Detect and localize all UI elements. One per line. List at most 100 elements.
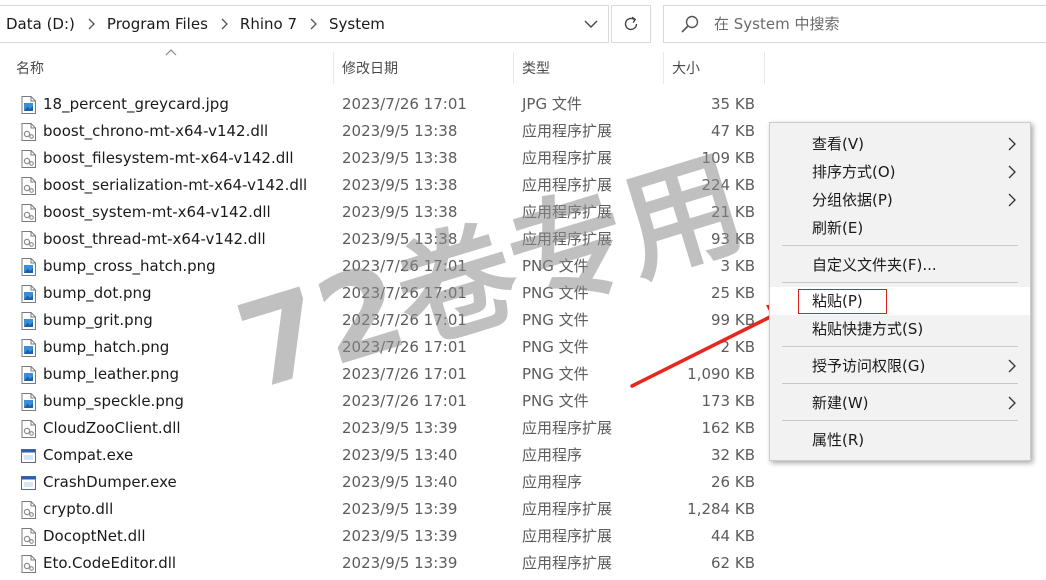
file-size: 21 KB bbox=[711, 203, 755, 221]
search-icon bbox=[681, 15, 699, 33]
file-row[interactable]: bump_grit.png 2023/7/26 17:01 PNG 文件 99 KB bbox=[0, 307, 770, 334]
image-file-icon bbox=[21, 339, 36, 357]
file-size: 109 KB bbox=[701, 149, 755, 167]
file-type: 应用程序扩展 bbox=[522, 230, 613, 248]
address-history-dropdown[interactable] bbox=[574, 6, 608, 42]
file-name: boost_serialization-mt-x64-v142.dll bbox=[43, 176, 308, 194]
menu-item-paste[interactable]: 粘贴(P) bbox=[770, 287, 1030, 315]
menu-item-sort[interactable]: 排序方式(O) bbox=[770, 158, 1030, 186]
breadcrumb-drive[interactable]: Data (D:) bbox=[6, 15, 75, 33]
file-type: 应用程序扩展 bbox=[522, 203, 613, 221]
column-header-date[interactable]: 修改日期 bbox=[334, 52, 514, 84]
file-date: 2023/9/5 13:38 bbox=[342, 149, 458, 167]
exe-file-icon bbox=[21, 449, 36, 463]
file-name: bump_grit.png bbox=[43, 311, 153, 329]
menu-item-view[interactable]: 查看(V) bbox=[770, 130, 1030, 158]
file-type: PNG 文件 bbox=[522, 257, 589, 275]
file-type: PNG 文件 bbox=[522, 338, 589, 356]
file-row[interactable]: bump_dot.png 2023/7/26 17:01 PNG 文件 25 KB bbox=[0, 280, 770, 307]
menu-item-paste-shortcut[interactable]: 粘贴快捷方式(S) bbox=[770, 315, 1030, 343]
refresh-icon bbox=[624, 16, 638, 31]
menu-separator bbox=[782, 420, 1018, 421]
file-type: 应用程序扩展 bbox=[522, 500, 613, 518]
dll-file-icon bbox=[21, 231, 36, 249]
breadcrumb-system[interactable]: System bbox=[329, 15, 385, 33]
file-date: 2023/9/5 13:39 bbox=[342, 500, 458, 518]
menu-separator bbox=[782, 383, 1018, 384]
file-row[interactable]: bump_hatch.png 2023/7/26 17:01 PNG 文件 2 KB bbox=[0, 334, 770, 361]
refresh-button[interactable] bbox=[611, 5, 651, 43]
file-name: crypto.dll bbox=[43, 500, 114, 518]
chevron-right-icon[interactable] bbox=[219, 18, 229, 30]
dll-file-icon bbox=[21, 528, 36, 546]
file-row[interactable]: DocoptNet.dll 2023/9/5 13:39 应用程序扩展 44 KB bbox=[0, 523, 770, 550]
file-name: CloudZooClient.dll bbox=[43, 419, 181, 437]
menu-item-new[interactable]: 新建(W) bbox=[770, 389, 1030, 417]
chevron-right-icon[interactable] bbox=[308, 18, 318, 30]
breadcrumb-rhino7[interactable]: Rhino 7 bbox=[240, 15, 297, 33]
menu-item-refresh[interactable]: 刷新(E) bbox=[770, 214, 1030, 242]
file-row[interactable]: boost_chrono-mt-x64-v142.dll 2023/9/5 13:… bbox=[0, 118, 770, 145]
dll-file-icon bbox=[21, 204, 36, 222]
file-size: 47 KB bbox=[711, 122, 755, 140]
chevron-right-icon[interactable] bbox=[86, 18, 96, 30]
file-date: 2023/7/26 17:01 bbox=[342, 257, 467, 275]
file-row[interactable]: crypto.dll 2023/9/5 13:39 应用程序扩展 1,284 KB bbox=[0, 496, 770, 523]
file-type: PNG 文件 bbox=[522, 392, 589, 410]
search-input[interactable] bbox=[714, 15, 1014, 33]
file-name: CrashDumper.exe bbox=[43, 473, 177, 491]
column-header-size[interactable]: 大小 bbox=[664, 52, 765, 84]
address-bar[interactable]: Data (D:) Program Files Rhino 7 System bbox=[0, 5, 609, 43]
chevron-right-icon bbox=[1008, 193, 1016, 207]
chevron-right-icon bbox=[1008, 396, 1016, 410]
file-row[interactable]: bump_cross_hatch.png 2023/7/26 17:01 PNG 文… bbox=[0, 253, 770, 280]
file-size: 99 KB bbox=[711, 311, 755, 329]
column-header-name[interactable]: 名称 bbox=[8, 52, 334, 84]
search-box[interactable] bbox=[663, 5, 1046, 43]
menu-separator bbox=[782, 282, 1018, 283]
context-menu: 查看(V) 排序方式(O) 分组依据(P) 刷新(E) 自定义文件夹(F)...… bbox=[769, 122, 1031, 461]
file-row[interactable]: Compat.exe 2023/9/5 13:40 应用程序 32 KB bbox=[0, 442, 770, 469]
file-row[interactable]: Eto.CodeEditor.dll 2023/9/5 13:39 应用程序扩展 62… bbox=[0, 550, 770, 577]
file-name: boost_thread-mt-x64-v142.dll bbox=[43, 230, 266, 248]
file-size: 3 KB bbox=[720, 257, 755, 275]
file-date: 2023/9/5 13:39 bbox=[342, 527, 458, 545]
column-header-type[interactable]: 类型 bbox=[514, 52, 664, 84]
file-name: boost_chrono-mt-x64-v142.dll bbox=[43, 122, 269, 140]
file-type: 应用程序扩展 bbox=[522, 527, 613, 545]
menu-item-properties[interactable]: 属性(R) bbox=[770, 426, 1030, 454]
menu-item-give-access[interactable]: 授予访问权限(G) bbox=[770, 352, 1030, 380]
file-type: 应用程序扩展 bbox=[522, 419, 613, 437]
dll-file-icon bbox=[21, 501, 36, 519]
file-type: JPG 文件 bbox=[522, 95, 582, 113]
file-name: boost_filesystem-mt-x64-v142.dll bbox=[43, 149, 294, 167]
breadcrumb-program-files[interactable]: Program Files bbox=[107, 15, 208, 33]
file-row[interactable]: CrashDumper.exe 2023/9/5 13:40 应用程序 26 KB bbox=[0, 469, 770, 496]
file-row[interactable]: boost_filesystem-mt-x64-v142.dll 2023/9/5… bbox=[0, 145, 770, 172]
chevron-right-icon bbox=[1008, 165, 1016, 179]
file-name: bump_cross_hatch.png bbox=[43, 257, 216, 275]
file-size: 25 KB bbox=[711, 284, 755, 302]
file-row[interactable]: boost_serialization-mt-x64-v142.dll 2023/… bbox=[0, 172, 770, 199]
file-row[interactable]: boost_thread-mt-x64-v142.dll 2023/9/5 13:… bbox=[0, 226, 770, 253]
file-row[interactable]: bump_leather.png 2023/7/26 17:01 PNG 文件 1,0… bbox=[0, 361, 770, 388]
file-list: 18_percent_greycard.jpg 2023/7/26 17:01 JP… bbox=[0, 91, 770, 577]
file-type: 应用程序 bbox=[522, 446, 583, 464]
chevron-down-icon bbox=[584, 20, 598, 28]
chevron-right-icon bbox=[1008, 137, 1016, 151]
menu-item-group[interactable]: 分组依据(P) bbox=[770, 186, 1030, 214]
file-type: 应用程序扩展 bbox=[522, 176, 613, 194]
dll-file-icon bbox=[21, 123, 36, 141]
menu-item-customize-folder[interactable]: 自定义文件夹(F)... bbox=[770, 251, 1030, 279]
file-row[interactable]: bump_speckle.png 2023/7/26 17:01 PNG 文件 173… bbox=[0, 388, 770, 415]
file-type: 应用程序扩展 bbox=[522, 122, 613, 140]
file-size: 26 KB bbox=[711, 473, 755, 491]
file-row[interactable]: CloudZooClient.dll 2023/9/5 13:39 应用程序扩展 16… bbox=[0, 415, 770, 442]
file-type: PNG 文件 bbox=[522, 284, 589, 302]
file-row[interactable]: boost_system-mt-x64-v142.dll 2023/9/5 13:… bbox=[0, 199, 770, 226]
file-date: 2023/7/26 17:01 bbox=[342, 95, 467, 113]
file-row[interactable]: 18_percent_greycard.jpg 2023/7/26 17:01 JP… bbox=[0, 91, 770, 118]
file-type: PNG 文件 bbox=[522, 311, 589, 329]
file-name: Compat.exe bbox=[43, 446, 134, 464]
file-size: 224 KB bbox=[701, 176, 755, 194]
